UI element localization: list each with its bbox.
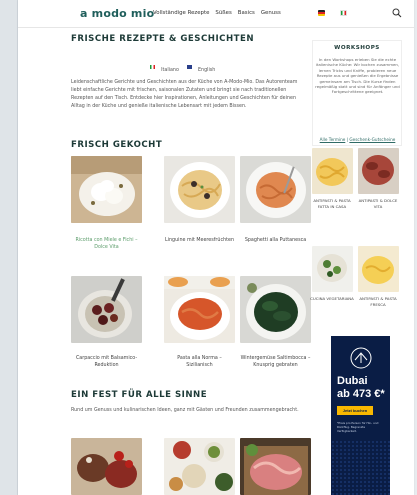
- lang-label: English: [198, 68, 216, 73]
- recipe-card-image[interactable]: [240, 156, 311, 223]
- recipe-card-title[interactable]: Carpaccio mit Balsamico-Reduktion: [71, 355, 142, 369]
- nav-item-rezepte[interactable]: Vollständige Rezepte: [153, 10, 209, 16]
- advertisement-banner[interactable]: Dubai ab 473 €* Jetzt buchen *Preis pro …: [331, 336, 390, 495]
- ad-small-print: *Preis pro Person für Hin- und Rückflug.…: [337, 421, 379, 433]
- ad-pattern: [331, 440, 390, 495]
- workshop-caption[interactable]: ANTIPASTI & PASTA FRESCA: [356, 296, 400, 308]
- workshop-image[interactable]: [358, 148, 399, 194]
- intro-text: Leidenschaftliche Gerichte und Geschicht…: [71, 80, 298, 110]
- recipe-card-title[interactable]: Ricotta con Miele e Fichi – Dolce Vita: [71, 237, 142, 251]
- lang-option-italiano[interactable]: Italiano: [150, 56, 179, 75]
- workshop-image[interactable]: [312, 246, 353, 292]
- recipe-card-image[interactable]: [164, 438, 235, 495]
- nav-item-genuss[interactable]: Genuss: [261, 10, 281, 16]
- workshop-title: WORKSHOPS: [334, 45, 380, 51]
- section-title-fest: EIN FEST FÜR ALLE SINNE: [71, 390, 208, 400]
- nav-item-basics[interactable]: Basics: [238, 10, 255, 16]
- recipe-card-image[interactable]: [71, 438, 142, 495]
- search-icon[interactable]: [392, 8, 402, 18]
- greens-image: [240, 276, 311, 343]
- workshop-caption[interactable]: ANTIPASTI & PASTA FATTA IN CASA: [310, 198, 354, 210]
- lang-option-english[interactable]: English: [186, 56, 216, 75]
- workshop-image[interactable]: [358, 246, 399, 292]
- antipasti-platter-image: [358, 148, 399, 194]
- pasta-fresca-image: [358, 246, 399, 292]
- fest-intro-text: Rund um Genuss und kulinarischen Ideen, …: [71, 408, 299, 413]
- recipe-card-image[interactable]: [71, 156, 142, 223]
- workshop-text: In den Workshops erleben Sie die echte i…: [315, 57, 400, 95]
- recipe-card-image[interactable]: [71, 276, 142, 343]
- browser-gutter: [0, 0, 18, 495]
- lang-label: Italiano: [161, 68, 179, 73]
- antipasti-image: [71, 438, 142, 495]
- recipe-card-title[interactable]: Spaghetti alla Puttanesca: [240, 237, 311, 244]
- prosciutto-image: [240, 438, 311, 495]
- ad-price: ab 473 €*: [337, 388, 385, 400]
- section-title-frische: FRISCHE REZEPTE & GESCHICHTEN: [71, 34, 255, 44]
- language-switcher: Italiano English: [150, 56, 215, 75]
- italian-flag-icon: [150, 64, 155, 69]
- site-logo[interactable]: a modo mio: [80, 7, 154, 20]
- airline-logo-icon: [350, 347, 372, 369]
- recipe-card-title[interactable]: Wintergemüse Saltimbocca – Knusprig gebr…: [240, 355, 311, 369]
- page: a modo mio Vollständige Rezepte Süßes Ba…: [18, 0, 414, 495]
- pasta-image: [164, 276, 235, 343]
- workshop-links: Alle Termine | Geschenk-Gutscheine: [319, 137, 396, 142]
- recipe-card-title[interactable]: Pasta alla Norma – Sizilianisch: [164, 355, 235, 369]
- linguine-image: [164, 156, 235, 223]
- workshop-caption[interactable]: CUCINA VEGETARIANA: [310, 296, 354, 302]
- spaghetti-image: [240, 156, 311, 223]
- recipe-card-image[interactable]: [240, 276, 311, 343]
- carpaccio-image: [71, 276, 142, 343]
- recipe-card-image[interactable]: [164, 276, 235, 343]
- italian-flag-icon[interactable]: [340, 10, 347, 16]
- workshop-caption[interactable]: ANTIPASTI & DOLCE VITA: [356, 198, 400, 210]
- link-gift-vouchers[interactable]: Geschenk-Gutscheine: [349, 137, 395, 142]
- recipe-card-title[interactable]: Linguine mit Meeresfrüchten: [164, 237, 235, 244]
- section-title-gekocht: FRISCH GEKOCHT: [71, 140, 163, 150]
- recipe-card-image[interactable]: [240, 438, 311, 495]
- german-flag-icon[interactable]: [318, 10, 325, 16]
- recipe-card-image[interactable]: [164, 156, 235, 223]
- uk-flag-icon: [186, 64, 192, 69]
- table-spread-image: [164, 438, 235, 495]
- nav-item-suesses[interactable]: Süßes: [215, 10, 231, 16]
- ricotta-image: [71, 156, 142, 223]
- pasta-fresca-image: [312, 148, 353, 194]
- nav-menu: Vollständige Rezepte Süßes Basics Genuss: [153, 10, 281, 16]
- link-all-dates[interactable]: Alle Termine: [320, 137, 346, 142]
- top-navigation: a modo mio Vollständige Rezepte Süßes Ba…: [18, 0, 414, 28]
- workshop-image[interactable]: [312, 148, 353, 194]
- ad-book-button[interactable]: Jetzt buchen: [337, 406, 373, 415]
- ad-destination: Dubai: [337, 375, 368, 387]
- vegetarian-image: [312, 246, 353, 292]
